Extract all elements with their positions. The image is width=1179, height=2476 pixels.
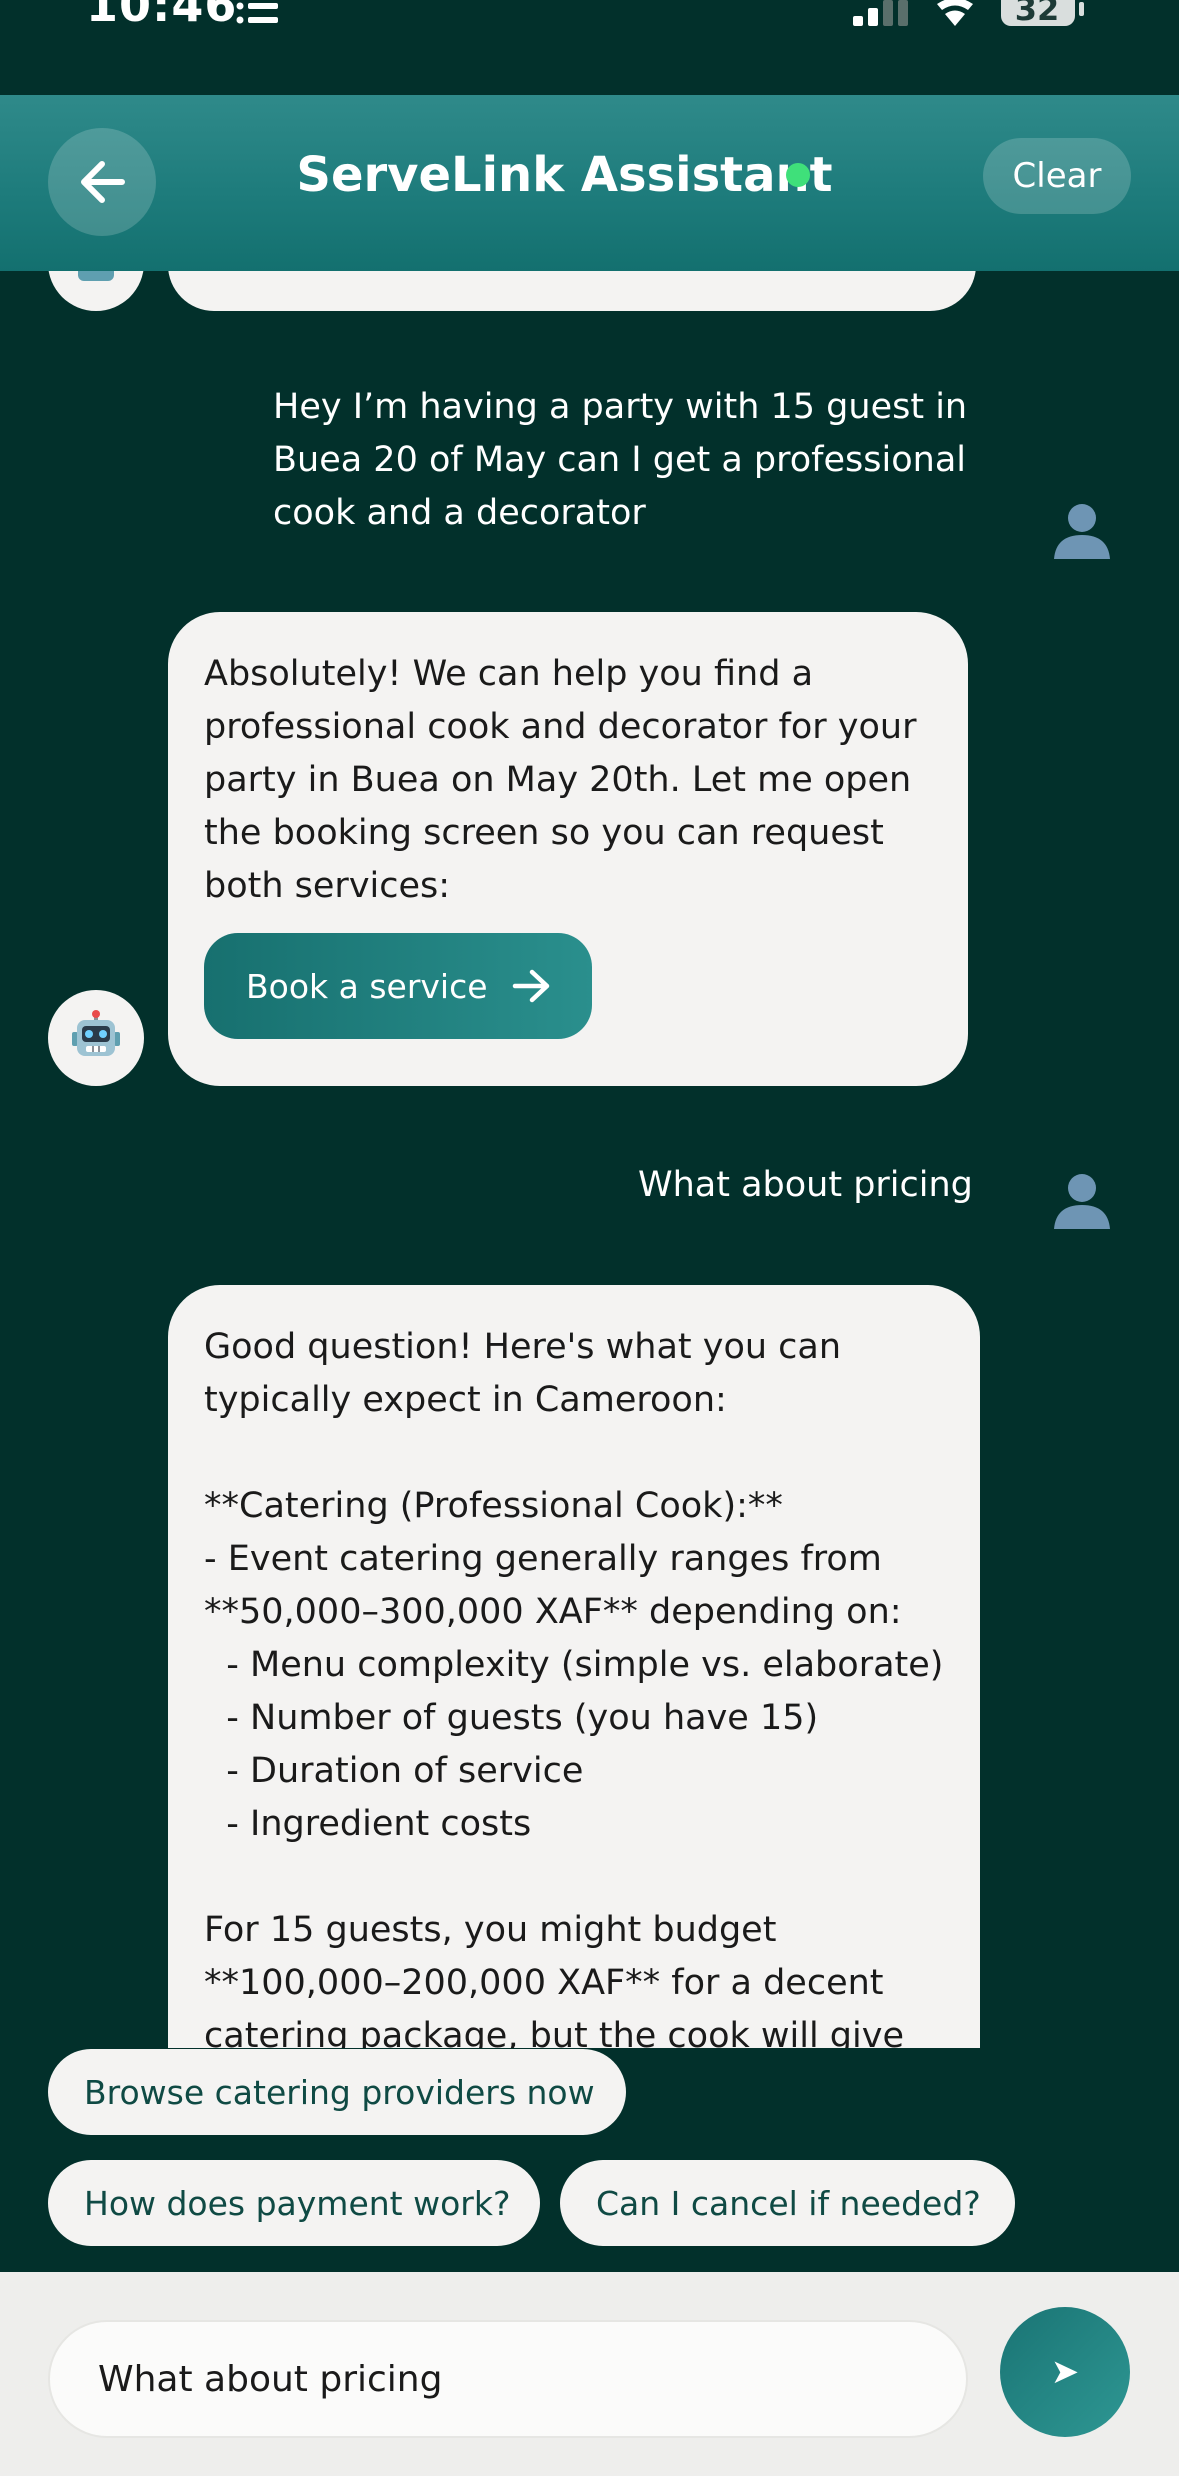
chat-messages[interactable]: Hey I’m having a party with 15 guest in …	[0, 271, 1179, 2048]
app-header: ServeLink Assistant Clear	[0, 95, 1179, 271]
robot-icon	[78, 271, 114, 281]
wifi-icon	[937, 0, 973, 26]
signal-icon	[853, 0, 908, 26]
bot-message-text: Good question! Here's what you can typic…	[204, 1327, 944, 2048]
bot-avatar	[48, 271, 144, 311]
bot-message: Absolutely! We can help you find a profe…	[168, 612, 968, 1086]
send-button[interactable]: ➤	[1000, 2307, 1130, 2437]
status-icons: 32	[853, 0, 1087, 30]
message-input[interactable]	[48, 2320, 968, 2438]
suggestion-chip[interactable]: Browse catering providers now	[48, 2049, 626, 2135]
robot-icon	[72, 1010, 120, 1056]
arrow-right-icon	[512, 969, 549, 1003]
status-bar: 10:46 32	[0, 0, 1179, 95]
clear-button[interactable]: Clear	[983, 138, 1131, 214]
send-arrow-icon: ➤	[1050, 2352, 1080, 2392]
list-icon	[236, 2, 278, 24]
book-service-button[interactable]: Book a service	[204, 933, 592, 1039]
bot-message: Good question! Here's what you can typic…	[168, 1285, 980, 2048]
bot-message-text: Absolutely! We can help you find a profe…	[204, 654, 917, 906]
bot-avatar	[48, 990, 144, 1086]
user-message: What about pricing	[638, 1165, 973, 1205]
user-message: Hey I’m having a party with 15 guest in …	[273, 387, 968, 533]
user-silhouette-icon	[1054, 1174, 1110, 1229]
status-time: 10:46	[86, 0, 238, 32]
battery-level: 32	[1014, 0, 1060, 28]
suggestion-chip[interactable]: How does payment work?	[48, 2160, 540, 2246]
online-status-dot	[786, 163, 810, 187]
book-service-label: Book a service	[246, 966, 488, 1006]
suggestion-chip[interactable]: Can I cancel if needed?	[560, 2160, 1015, 2246]
user-silhouette-icon	[1054, 504, 1110, 559]
composer-bar: ➤	[0, 2272, 1179, 2476]
message-bubble-partial	[168, 271, 976, 311]
battery-icon: 32	[1001, 0, 1087, 28]
